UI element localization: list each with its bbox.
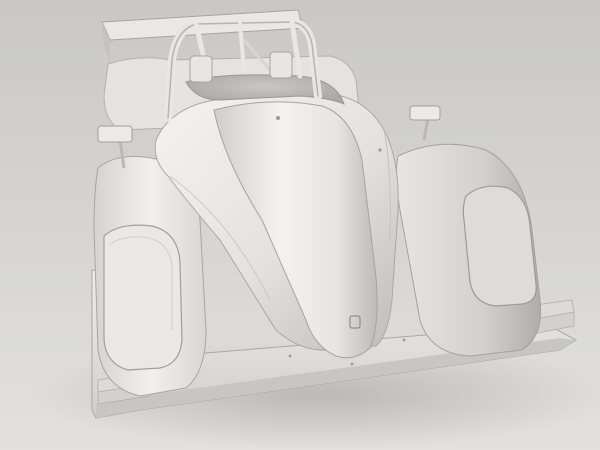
car-render — [0, 0, 600, 450]
left-headlight-cover — [103, 224, 183, 371]
render-viewport — [0, 0, 600, 450]
